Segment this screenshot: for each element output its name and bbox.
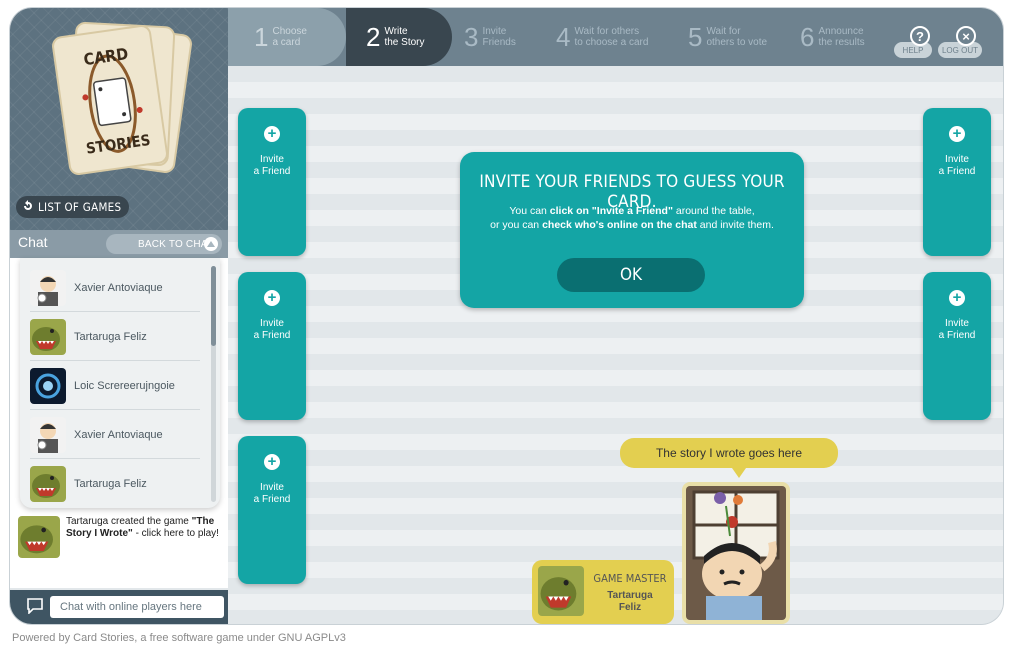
plus-icon: + — [949, 126, 965, 142]
invite-friend-slot[interactable]: + Invite a Friend — [923, 272, 991, 420]
chosen-story-card — [682, 482, 790, 624]
help-icon[interactable]: ? — [910, 26, 930, 46]
space-avatar — [30, 367, 66, 404]
logout-label: LOG OUT — [941, 45, 978, 55]
list-of-games-button[interactable]: LIST OF GAMES — [16, 196, 130, 218]
step-label: Choose a card — [272, 26, 307, 48]
story-speech-bubble: The story I wrote goes here — [620, 438, 838, 468]
logo-text-stories: STORIES — [85, 131, 152, 158]
step-label: Invite Friends — [482, 26, 516, 48]
plus-icon: + — [949, 290, 965, 306]
card-stories-logo: CARD STORIES — [50, 23, 170, 177]
close-icon[interactable]: × — [956, 26, 976, 46]
notice-prefix: Tartaruga created the game — [66, 516, 192, 527]
game-master-name: Tartaruga Feliz — [607, 590, 653, 613]
logo-illustration: CARD STORIES — [82, 44, 152, 158]
step-number: 3 — [464, 21, 479, 52]
dino-avatar — [538, 566, 584, 616]
step-label: Wait for others to vote — [706, 26, 768, 48]
plus-icon: + — [264, 126, 280, 142]
invite-friends-dialog: INVITE YOUR FRIENDS TO GUESS YOUR CARD. … — [460, 152, 804, 308]
boy-avatar — [30, 416, 66, 453]
player-row[interactable]: Xavier Antoviaque — [30, 411, 200, 459]
help-label: HELP — [902, 45, 924, 55]
back-to-chat-label: BACK TO CHAT — [138, 238, 214, 250]
player-name: Tartaruga Feliz — [74, 330, 147, 343]
card-illustration — [686, 486, 786, 620]
dino-avatar — [18, 516, 60, 558]
ok-button[interactable]: OK — [557, 258, 705, 292]
players-scrollbar[interactable] — [211, 266, 216, 502]
step-wait-vote: 5 Wait for others to vote — [688, 8, 767, 66]
dino-avatar — [30, 466, 66, 502]
step-number: 5 — [688, 21, 703, 52]
invite-friend-slot[interactable]: + Invite a Friend — [923, 108, 991, 256]
player-name: Tartaruga Feliz — [74, 478, 147, 490]
step-wait-choose: 4 Wait for others to choose a card — [556, 8, 648, 66]
chat-bubble-icon — [26, 598, 44, 619]
player-name: Xavier Antoviaque — [74, 281, 163, 294]
step-write-story: 2 Write the Story — [346, 8, 452, 66]
invite-slot-label: Invite a Friend — [253, 482, 291, 505]
speech-bubble-tail — [732, 468, 746, 478]
footer-text: Powered by Card Stories, a free software… — [12, 632, 346, 644]
chat-title: Chat — [18, 234, 48, 250]
scrollbar-thumb[interactable] — [211, 266, 216, 346]
step-announce-results: 6 Announce the results — [800, 8, 865, 66]
dino-avatar — [30, 318, 66, 355]
player-row[interactable]: Loic Screreerujngoie — [30, 362, 200, 410]
step-invite-friends: 3 Invite Friends — [464, 8, 516, 66]
list-of-games-label: LIST OF GAMES — [38, 200, 122, 214]
game-board: + Invite a Friend + Invite a Friend + Invi… — [228, 66, 1003, 624]
player-row[interactable]: Xavier Antoviaque — [30, 264, 200, 312]
player-name: Loic Screreerujngoie — [74, 379, 175, 392]
step-label: Write the Story — [384, 26, 425, 48]
game-steps-bar: 1 Choose a card 2 Write the Story 3 Invite… — [228, 8, 1003, 66]
player-row[interactable]: Tartaruga Feliz — [30, 460, 200, 508]
step-label: Announce the results — [818, 26, 865, 48]
notice-text: Tartaruga created the game "The Story I … — [66, 516, 223, 540]
chat-area: Xavier Antoviaque Tartaruga Feliz Loic S… — [10, 258, 228, 588]
step-number: 2 — [366, 21, 381, 52]
back-arrow-icon — [22, 199, 34, 215]
chat-input-bar — [10, 590, 228, 624]
plus-icon: + — [264, 290, 280, 306]
game-created-notice[interactable]: Tartaruga created the game "The Story I … — [18, 516, 223, 566]
dialog-body: You can click on "Invite a Friend" aroun… — [490, 205, 774, 231]
player-name: Xavier Antoviaque — [74, 428, 163, 441]
chevron-up-icon — [204, 237, 218, 251]
invite-slot-label: Invite a Friend — [938, 318, 976, 341]
help-button[interactable]: HELP — [894, 42, 932, 58]
invite-slot-label: Invite a Friend — [938, 154, 976, 177]
chat-header: Chat BACK TO CHAT — [10, 230, 228, 258]
player-row[interactable]: Tartaruga Feliz — [30, 313, 200, 361]
invite-slot-label: Invite a Friend — [253, 318, 291, 341]
chat-input[interactable] — [50, 596, 224, 618]
invite-slot-label: Invite a Friend — [253, 154, 291, 177]
online-players-list: Xavier Antoviaque Tartaruga Feliz Loic S… — [20, 258, 220, 508]
plus-icon: + — [264, 454, 280, 470]
step-label: Wait for others to choose a card — [574, 26, 649, 48]
notice-suffix: - click here to play! — [132, 528, 219, 539]
boy-avatar — [30, 269, 66, 306]
invite-friend-slot[interactable]: + Invite a Friend — [238, 272, 306, 420]
back-to-chat-button[interactable]: BACK TO CHAT — [106, 234, 222, 254]
left-panel: CARD STORIES LIST OF GAMES Chat BACK TO … — [10, 8, 228, 624]
step-number: 6 — [800, 21, 815, 52]
invite-friend-slot[interactable]: + Invite a Friend — [238, 108, 306, 256]
step-number: 1 — [254, 21, 269, 52]
step-choose-card: 1 Choose a card — [228, 8, 346, 66]
game-master-badge: GAME MASTER Tartaruga Feliz — [532, 560, 674, 624]
game-window: CARD STORIES LIST OF GAMES Chat BACK TO … — [10, 8, 1003, 624]
step-number: 4 — [556, 21, 571, 52]
invite-friend-slot[interactable]: + Invite a Friend — [238, 436, 306, 584]
game-master-label: GAME MASTER — [593, 572, 667, 585]
logo-panel: CARD STORIES LIST OF GAMES — [10, 8, 228, 230]
